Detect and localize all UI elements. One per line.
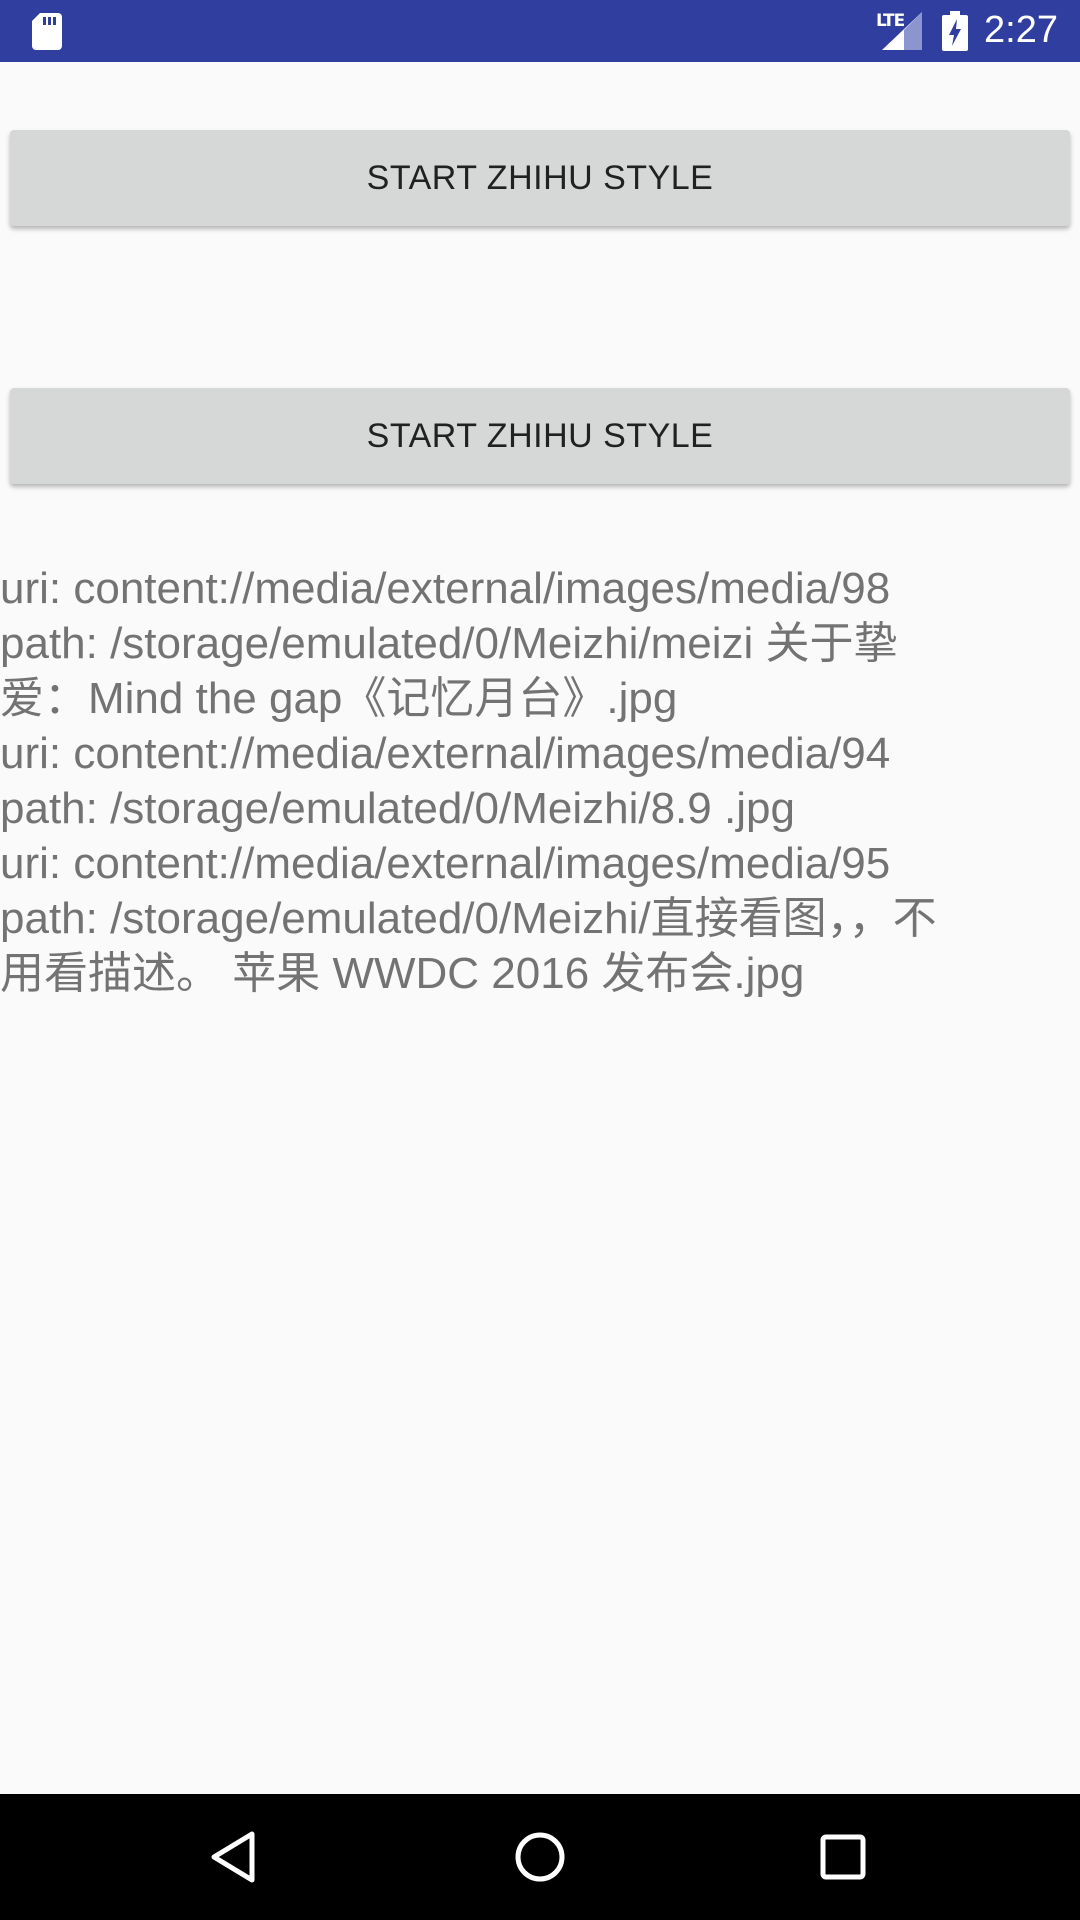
- log-line: path: /storage/emulated/0/Meizhi/直接看图，，不: [0, 894, 937, 943]
- status-clock: 2:27: [984, 9, 1058, 51]
- log-line: path: /storage/emulated/0/Meizhi/8.9 .jp…: [0, 784, 795, 833]
- log-line: 用看描述。 苹果 WWDC 2016 发布会.jpg: [0, 949, 805, 998]
- status-bar: LTE 2:27: [0, 0, 1080, 62]
- home-icon[interactable]: [507, 1824, 573, 1890]
- log-line: uri: content://media/external/images/med…: [0, 839, 891, 888]
- recents-icon[interactable]: [810, 1824, 876, 1890]
- lte-signal-icon: [882, 12, 922, 50]
- battery-charging-icon: [942, 11, 968, 51]
- start-zhihu-style-button[interactable]: START ZHIHU STYLE: [10, 130, 1070, 226]
- log-line: uri: content://media/external/images/med…: [0, 729, 891, 778]
- sd-card-icon: [32, 13, 62, 50]
- navigation-bar: [0, 1794, 1080, 1920]
- selected-images-log: uri: content://media/external/images/med…: [0, 561, 1080, 1001]
- log-line: path: /storage/emulated/0/Meizhi/meizi 关…: [0, 619, 898, 668]
- log-line: uri: content://media/external/images/med…: [0, 564, 891, 613]
- start-zhihu-style-button-2[interactable]: START ZHIHU STYLE: [10, 388, 1070, 484]
- back-icon[interactable]: [204, 1824, 270, 1890]
- log-line: 爱：Mind the gap《记忆月台》.jpg: [0, 674, 678, 723]
